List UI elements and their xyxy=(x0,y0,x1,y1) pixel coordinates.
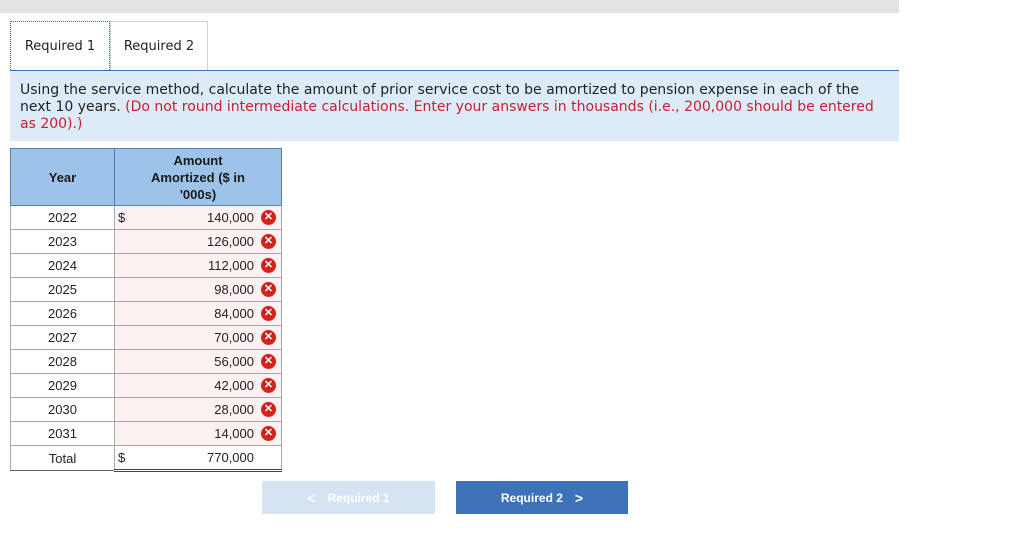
tab-label: Required 1 xyxy=(24,38,96,54)
amount-value: 126,000 xyxy=(207,234,254,249)
table-row: 2030 28,000 ✕ xyxy=(10,397,282,422)
amount-input-cell[interactable]: 112,000 ✕ xyxy=(114,253,282,278)
amount-input-cell[interactable]: 70,000 ✕ xyxy=(114,325,282,350)
amount-input-cell[interactable]: 84,000 ✕ xyxy=(114,301,282,326)
table-row: 2029 42,000 ✕ xyxy=(10,373,282,398)
instructions-note: (Do not round intermediate calculations.… xyxy=(20,99,874,132)
year-cell: 2022 xyxy=(10,205,115,230)
incorrect-x-icon: ✕ xyxy=(261,402,276,417)
table-row: 2025 98,000 ✕ xyxy=(10,277,282,302)
amount-input-cell[interactable]: 126,000 ✕ xyxy=(114,229,282,254)
amount-value: 84,000 xyxy=(214,306,254,321)
amount-input-cell[interactable]: $140,000 ✕ xyxy=(114,205,282,230)
amount-input-cell[interactable]: 14,000 ✕ xyxy=(114,421,282,446)
chevron-left-icon: < xyxy=(307,489,316,506)
table-row: 2028 56,000 ✕ xyxy=(10,349,282,374)
incorrect-x-icon: ✕ xyxy=(261,426,276,441)
incorrect-x-icon: ✕ xyxy=(261,258,276,273)
table-row: 2027 70,000 ✕ xyxy=(10,325,282,350)
incorrect-x-icon: ✕ xyxy=(261,210,276,225)
amount-value: 14,000 xyxy=(214,426,254,441)
incorrect-x-icon: ✕ xyxy=(261,354,276,369)
tab-required-2[interactable]: Required 2 xyxy=(110,21,208,70)
amount-input-cell[interactable]: 28,000 ✕ xyxy=(114,397,282,422)
year-cell: 2027 xyxy=(10,325,115,350)
year-cell: 2028 xyxy=(10,349,115,374)
currency-symbol: $ xyxy=(118,210,126,225)
incorrect-x-icon: ✕ xyxy=(261,330,276,345)
next-button[interactable]: Required 2 > xyxy=(456,481,628,514)
total-row: Total $770,000 xyxy=(10,445,282,472)
amount-value: 140,000 xyxy=(207,210,254,225)
next-button-label: Required 2 xyxy=(500,490,563,505)
year-cell: 2029 xyxy=(10,373,115,398)
tab-required-1[interactable]: Required 1 xyxy=(10,21,110,70)
year-cell: 2030 xyxy=(10,397,115,422)
incorrect-x-icon: ✕ xyxy=(261,306,276,321)
table-row: 2031 14,000 ✕ xyxy=(10,421,282,446)
amortization-table: Year Amount Amortized ($ in '000s) 2022 $… xyxy=(10,148,282,472)
currency-symbol: $ xyxy=(118,450,126,465)
year-cell: 2024 xyxy=(10,253,115,278)
table-row: 2022 $140,000 ✕ xyxy=(10,205,282,230)
incorrect-x-icon: ✕ xyxy=(261,282,276,297)
amount-value: 56,000 xyxy=(214,354,254,369)
amount-input-cell[interactable]: 56,000 ✕ xyxy=(114,349,282,374)
instructions-panel: Using the service method, calculate the … xyxy=(10,71,899,141)
year-cell: 2023 xyxy=(10,229,115,254)
amount-value: 98,000 xyxy=(214,282,254,297)
table-row: 2024 112,000 ✕ xyxy=(10,253,282,278)
table-row: 2026 84,000 ✕ xyxy=(10,301,282,326)
previous-button-label: Required 1 xyxy=(327,490,390,505)
year-cell: 2026 xyxy=(10,301,115,326)
table-row: 2023 126,000 ✕ xyxy=(10,229,282,254)
amount-value: 42,000 xyxy=(214,378,254,393)
amount-value: 112,000 xyxy=(207,258,254,273)
year-cell: 2031 xyxy=(10,421,115,446)
amount-value: 70,000 xyxy=(214,330,254,345)
previous-button[interactable]: < Required 1 xyxy=(262,481,435,514)
chevron-right-icon: > xyxy=(574,489,584,506)
year-cell: 2025 xyxy=(10,277,115,302)
amount-input-cell[interactable]: 42,000 ✕ xyxy=(114,373,282,398)
amount-input-cell[interactable]: 98,000 ✕ xyxy=(114,277,282,302)
incorrect-x-icon: ✕ xyxy=(261,378,276,393)
total-label: Total xyxy=(10,445,115,471)
year-column-header: Year xyxy=(10,148,115,206)
incorrect-x-icon: ✕ xyxy=(261,234,276,249)
amount-column-header: Amount Amortized ($ in '000s) xyxy=(114,148,282,206)
top-bar xyxy=(0,0,899,13)
tab-bar: Required 1 Required 2 xyxy=(10,21,899,71)
total-amount-cell: $770,000 xyxy=(114,445,282,472)
amount-value: 28,000 xyxy=(214,402,254,417)
total-amount-value: 770,000 xyxy=(207,450,254,465)
tab-label: Required 2 xyxy=(123,38,195,54)
